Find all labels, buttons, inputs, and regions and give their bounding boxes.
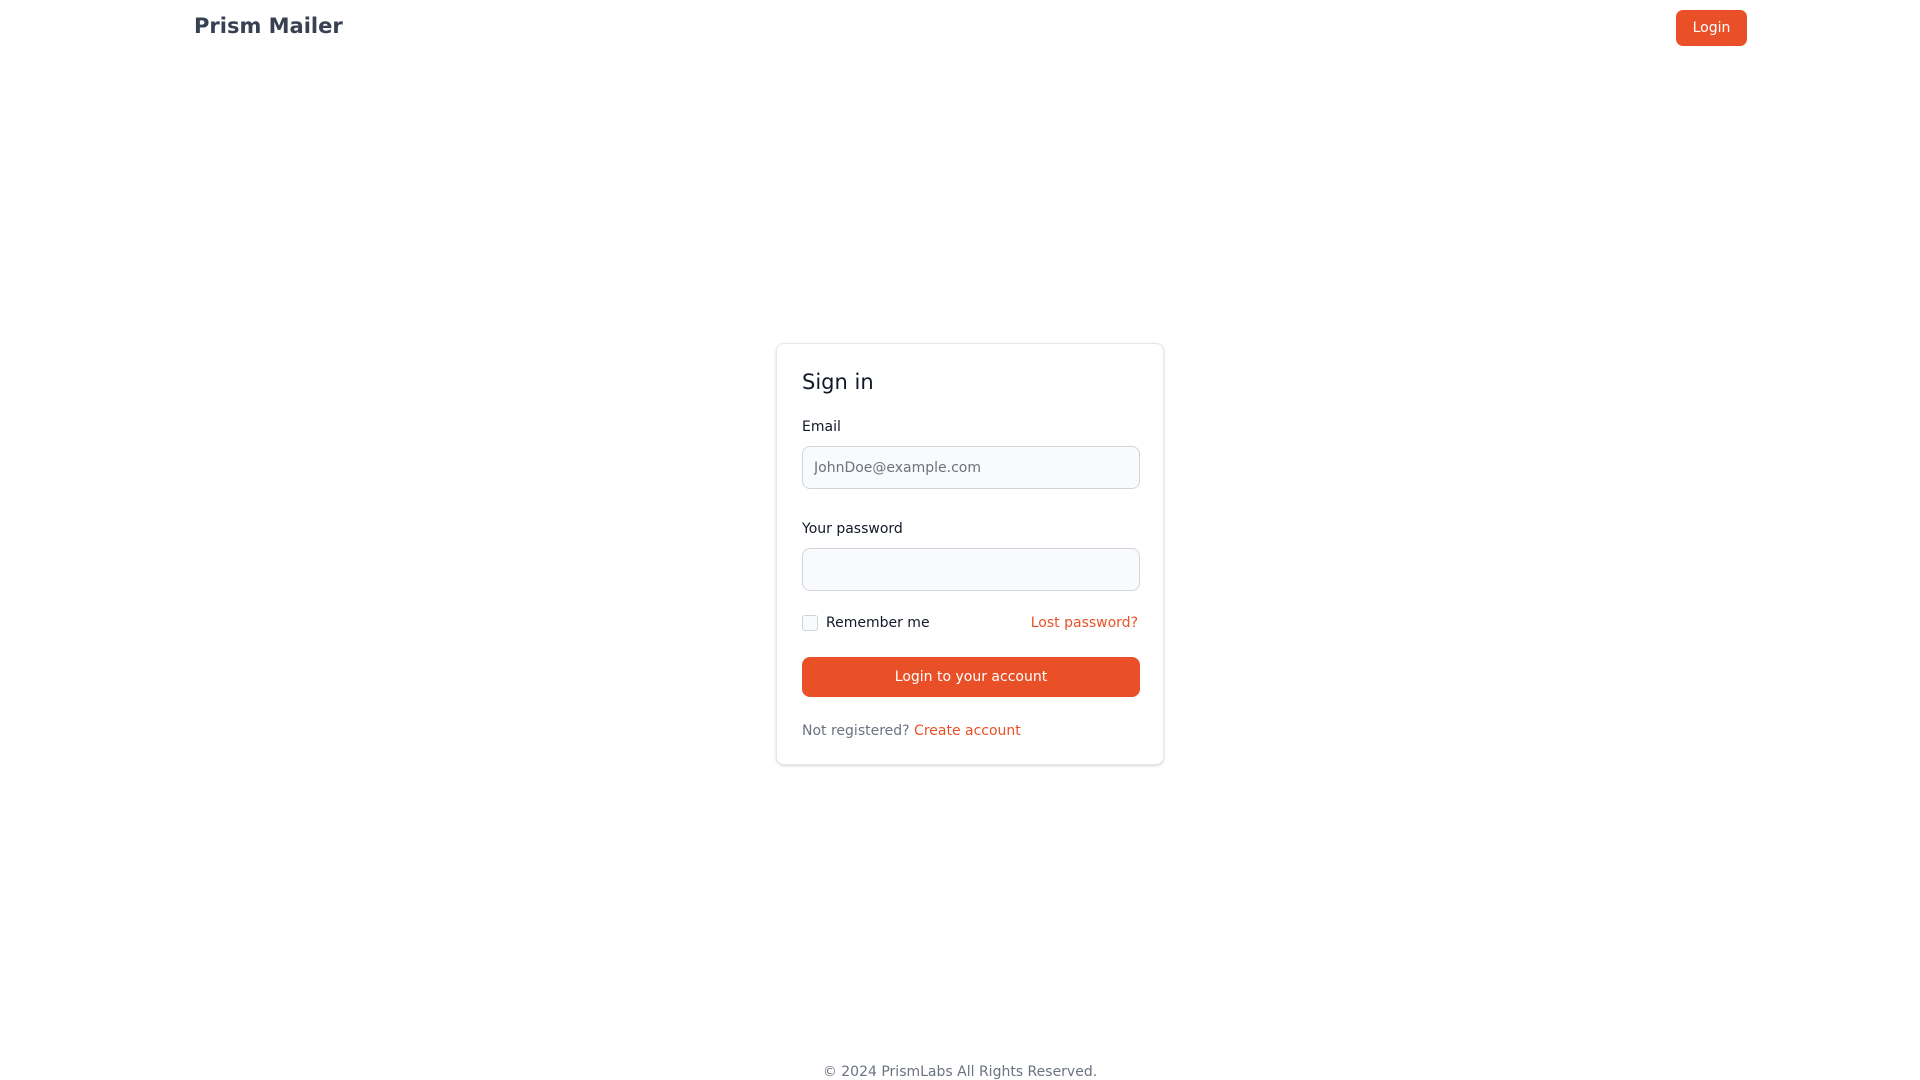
email-field-group: Email (802, 419, 1140, 489)
not-registered-text: Not registered? (802, 723, 910, 739)
password-field-group: Your password (802, 521, 1140, 591)
remember-me-checkbox[interactable] (802, 615, 818, 631)
email-label: Email (802, 419, 841, 435)
create-account-link[interactable]: Create account (914, 723, 1021, 739)
signin-title: Sign in (802, 370, 874, 394)
signin-card: Sign in Email Your password Remember me … (776, 343, 1164, 765)
remember-me-label[interactable]: Remember me (826, 615, 930, 631)
email-input[interactable] (802, 446, 1140, 489)
nav-login-button[interactable]: Login (1676, 10, 1747, 46)
top-navbar: Prism Mailer Login (0, 0, 1920, 56)
lost-password-link[interactable]: Lost password? (1031, 615, 1138, 631)
page-footer: © 2024 PrismLabs All Rights Reserved. (0, 1064, 1920, 1080)
remember-me-group: Remember me (802, 615, 930, 631)
copyright-text: © 2024 PrismLabs All Rights Reserved. (822, 1064, 1098, 1080)
password-input[interactable] (802, 548, 1140, 591)
password-label: Your password (802, 521, 903, 537)
register-row: Not registered? Create account (802, 723, 1138, 740)
remember-row: Remember me Lost password? (802, 613, 1138, 633)
brand-logo-text[interactable]: Prism Mailer (194, 14, 343, 38)
login-submit-button[interactable]: Login to your account (802, 657, 1140, 697)
